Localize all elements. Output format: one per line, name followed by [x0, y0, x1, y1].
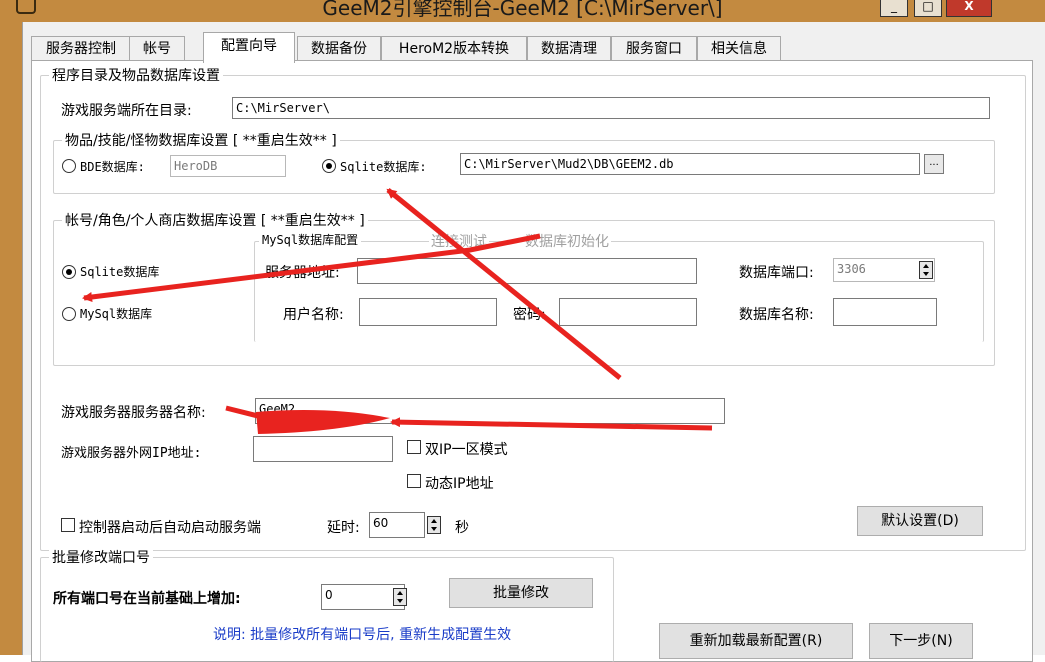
annotation-overlay — [82, 188, 713, 434]
annotation-arrow — [386, 188, 622, 380]
annotation-arrow — [390, 417, 713, 431]
redaction-mark — [256, 410, 390, 434]
tab-config-wizard[interactable]: 配置向导 — [203, 32, 295, 63]
annotation-arrow — [82, 233, 541, 302]
